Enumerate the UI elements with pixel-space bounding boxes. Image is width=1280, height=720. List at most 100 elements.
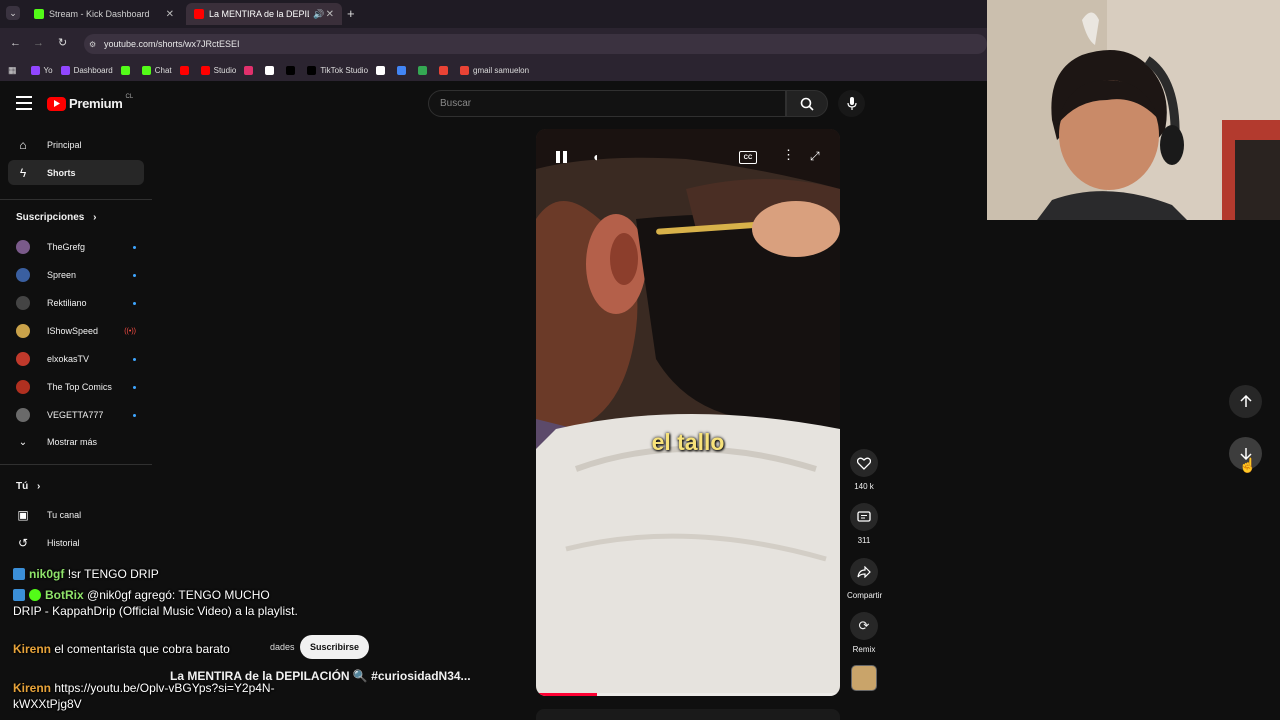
channel-avatar — [16, 240, 30, 254]
sidebar-item-shorts[interactable]: ϟ Shorts — [16, 166, 76, 180]
share-action[interactable]: Compartir — [847, 558, 883, 600]
sidebar-item-tu-canal[interactable]: ▣ Tu canal — [16, 508, 81, 522]
back-icon[interactable]: ← — [10, 37, 21, 49]
bookmark-item[interactable]: Chat — [141, 65, 172, 75]
subscription-item[interactable]: IShowSpeed ((•)) — [16, 324, 136, 338]
bookmark-item[interactable] — [397, 65, 410, 75]
new-content-dot — [133, 385, 136, 389]
chevron-right-icon: › — [37, 481, 41, 492]
subscription-item[interactable]: Rektiliano — [16, 296, 136, 310]
subscription-item[interactable]: The Top Comics — [16, 380, 136, 394]
voice-search-button[interactable] — [838, 90, 865, 117]
show-more-button[interactable]: ⌄ Mostrar más — [16, 435, 97, 449]
forward-icon[interactable]: → — [33, 37, 44, 49]
previous-short-button[interactable] — [1229, 385, 1262, 418]
bookmark-item[interactable] — [265, 65, 278, 75]
bookmark-item[interactable] — [179, 65, 193, 75]
subscription-item[interactable]: elxokasTV — [16, 352, 136, 366]
channel-avatar — [16, 268, 30, 282]
bookmark-item[interactable]: gmail samuelon — [460, 65, 529, 75]
bookmark-icon — [141, 65, 151, 75]
sound-thumbnail[interactable] — [851, 665, 877, 691]
close-icon[interactable]: ✕ — [166, 9, 174, 20]
tab-kick-dashboard[interactable]: Stream - Kick Dashboard ✕ — [26, 3, 182, 25]
chat-text: el comentarista que cobra barato — [54, 642, 230, 656]
shorts-video-player[interactable]: ◖ CC ⋮ ⤢ el tallo — [536, 129, 840, 696]
bookmark-item[interactable] — [439, 65, 452, 75]
bookmark-item[interactable]: Dashboard — [60, 65, 113, 75]
sidebar-item-label: Principal — [47, 140, 82, 150]
close-icon[interactable]: ✕ — [326, 9, 334, 20]
comment-action[interactable]: 311 — [847, 503, 881, 545]
channel-name: IShowSpeed — [47, 326, 99, 336]
kick-icon — [34, 9, 44, 19]
url-field[interactable]: ⚙ youtube.com/shorts/wx7JRctESEI — [84, 34, 987, 54]
comment-count: 311 — [857, 536, 871, 545]
tab-title: Stream - Kick Dashboard — [49, 9, 150, 19]
channel-avatar — [16, 380, 30, 394]
more-options-icon[interactable]: ⋮ — [782, 148, 795, 161]
new-content-dot — [133, 301, 136, 305]
bookmark-icon — [307, 65, 317, 75]
mouse-cursor-icon: ☝ — [1239, 457, 1257, 473]
captions-icon[interactable]: CC — [739, 151, 757, 164]
bookmark-item[interactable] — [286, 65, 299, 75]
subscription-item[interactable]: Spreen — [16, 268, 136, 282]
new-tab-button[interactable]: + — [347, 6, 355, 21]
bookmark-icon — [286, 65, 296, 75]
tab-youtube-short[interactable]: La MENTIRA de la DEPILACI 🔊 ✕ — [186, 3, 342, 25]
reload-icon[interactable]: ↻ — [58, 36, 67, 49]
bookmark-icon — [376, 65, 386, 75]
menu-icon[interactable] — [16, 96, 32, 110]
webcam-frame — [987, 0, 1280, 220]
like-icon — [850, 449, 878, 477]
subscription-item[interactable]: TheGrefg — [16, 240, 136, 254]
channel-name: VEGETTA777 — [47, 410, 104, 420]
volume-icon[interactable]: ◖ — [592, 150, 599, 164]
chevron-right-icon: › — [93, 212, 97, 223]
bookmark-label: Dashboard — [73, 65, 113, 75]
subscriptions-header[interactable]: Suscripciones › — [16, 212, 96, 223]
subscription-item[interactable]: VEGETTA777 — [16, 408, 136, 422]
site-info-icon[interactable]: ⚙ — [89, 40, 96, 49]
you-header[interactable]: Tú › — [16, 481, 40, 492]
bookmark-item[interactable] — [120, 65, 134, 75]
bookmark-label: Studio — [213, 65, 237, 75]
chat-username: BotRix — [45, 588, 84, 602]
bookmark-item[interactable] — [244, 65, 257, 75]
like-action[interactable]: 140 k — [847, 449, 881, 491]
show-more-label: Mostrar más — [47, 437, 98, 447]
tab-list-button[interactable]: ⌄ — [6, 6, 20, 20]
channel-avatar — [16, 324, 30, 338]
next-video-preview — [536, 709, 840, 720]
bookmark-item[interactable] — [418, 65, 431, 75]
channel-name: Spreen — [47, 270, 77, 280]
video-progress-track[interactable] — [536, 693, 840, 696]
remix-action[interactable]: ⟳ Remix — [847, 612, 881, 654]
youtube-logo[interactable]: Premium CL — [47, 94, 133, 111]
bookmark-item[interactable]: Yo — [30, 65, 53, 75]
bookmark-item[interactable]: TikTok Studio — [307, 65, 368, 75]
bookmark-item[interactable]: Studio — [200, 65, 237, 75]
sidebar-item-principal[interactable]: ⌂ Principal — [16, 138, 82, 152]
chat-badge-icon — [13, 589, 25, 601]
live-icon: ((•)) — [124, 327, 136, 335]
share-label: Compartir — [847, 591, 883, 600]
search-input[interactable]: Buscar — [428, 90, 786, 117]
video-caption: el tallo — [651, 429, 725, 455]
bookmarks-bar: ▦ Yo Dashboard Chat Studio TikTok Studio gmai… — [0, 59, 987, 81]
sidebar-item-historial[interactable]: ↺ Historial — [16, 536, 80, 550]
channel-avatar — [16, 352, 30, 366]
fullscreen-icon[interactable]: ⤢ — [810, 149, 820, 164]
bookmark-icon — [418, 65, 428, 75]
chat-message: nik0gf !sr TENGO DRIP — [13, 566, 313, 582]
bookmark-icon — [120, 65, 130, 75]
new-content-dot — [133, 413, 136, 417]
apps-icon[interactable]: ▦ — [8, 65, 17, 76]
chat-username: nik0gf — [29, 567, 65, 581]
chat-username: Kirenn — [13, 642, 52, 656]
search-button[interactable] — [786, 90, 828, 117]
bookmark-item[interactable] — [376, 65, 389, 75]
speaker-icon[interactable]: 🔊 — [313, 9, 324, 20]
pause-button[interactable] — [556, 151, 568, 163]
